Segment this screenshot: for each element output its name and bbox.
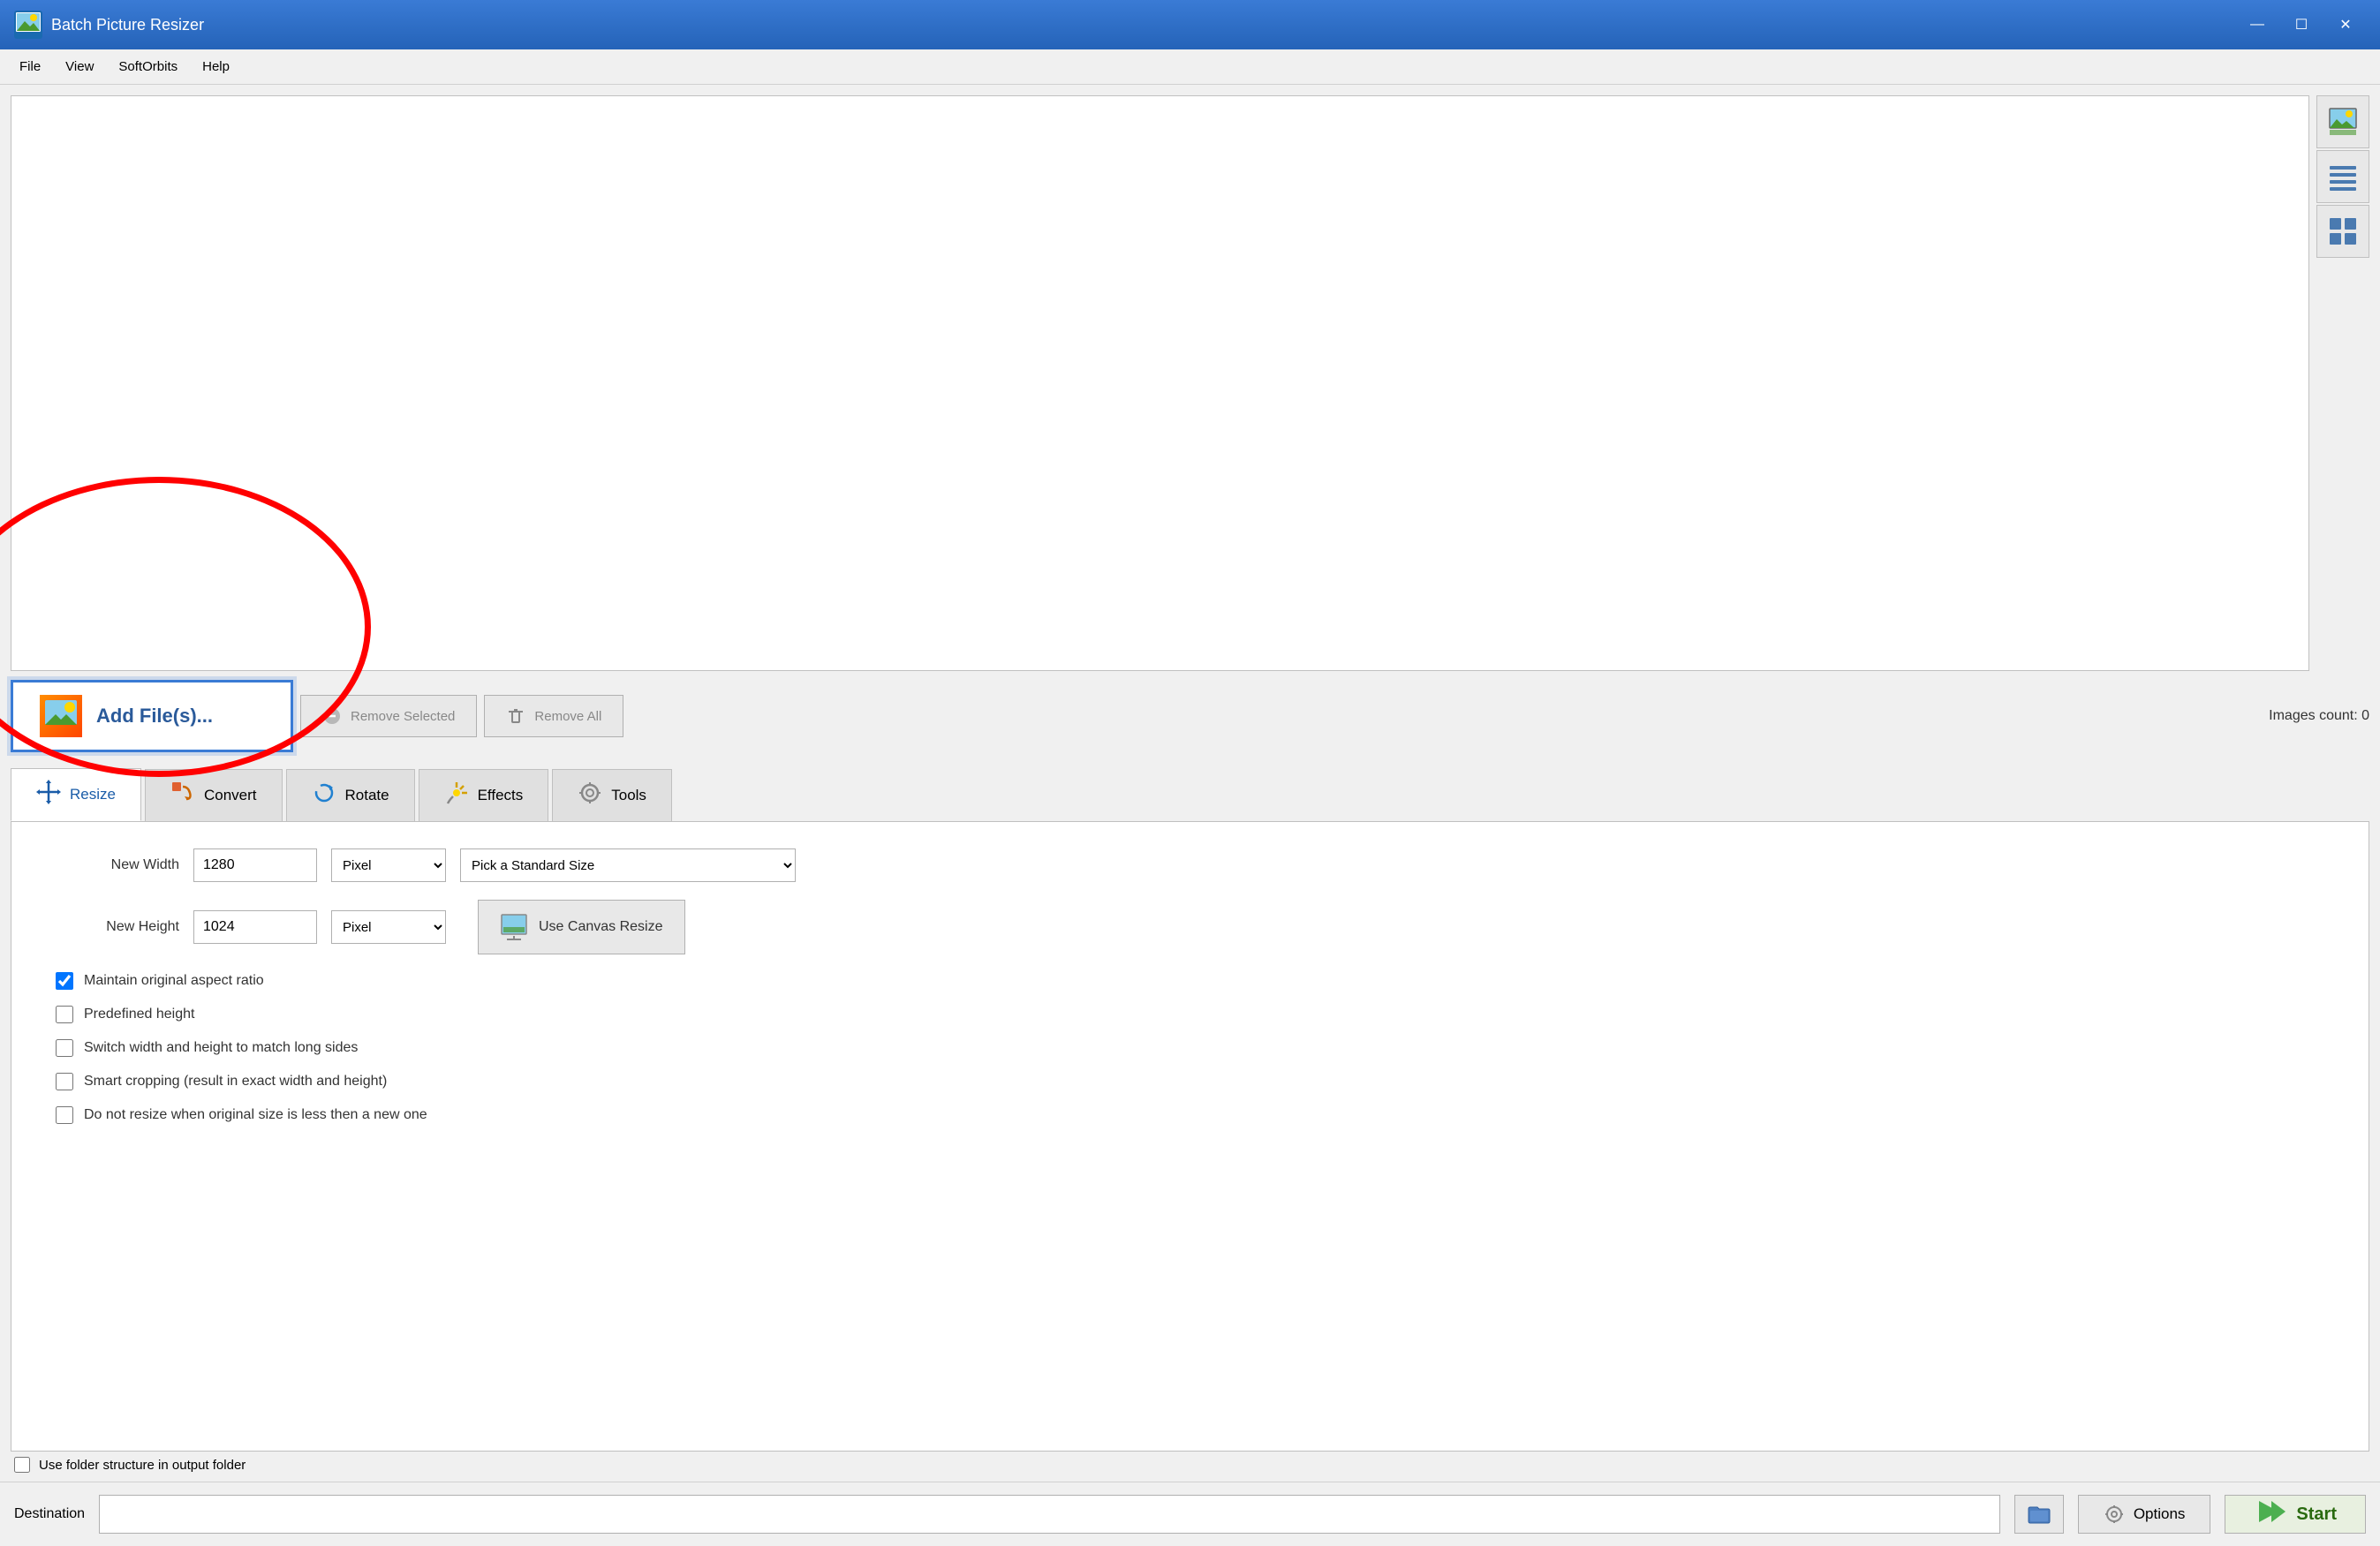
image-area-wrapper xyxy=(0,85,2380,671)
do-not-resize-row: Do not resize when original size is less… xyxy=(38,1106,2342,1124)
maintain-aspect-label[interactable]: Maintain original aspect ratio xyxy=(84,973,264,989)
menu-help[interactable]: Help xyxy=(190,54,242,79)
title-bar: Batch Picture Resizer — ☐ ✕ xyxy=(0,0,2380,49)
toolbar-row: Add File(s)... Remove Selected Remove Al… xyxy=(0,671,2380,761)
remove-selected-label: Remove Selected xyxy=(351,709,455,724)
tab-convert[interactable]: Convert xyxy=(145,769,283,821)
remove-all-label: Remove All xyxy=(534,709,601,724)
settings-panel: New Width Pixel Percent Inch Cm Pick a S… xyxy=(11,821,2369,1452)
destination-input[interactable] xyxy=(99,1495,2000,1534)
predefined-height-checkbox[interactable] xyxy=(56,1006,73,1023)
tabs-row: Resize Convert Rotate xyxy=(0,761,2380,821)
tab-rotate-label: Rotate xyxy=(345,787,389,804)
folder-structure-checkbox[interactable] xyxy=(14,1457,30,1473)
tab-convert-label: Convert xyxy=(204,787,257,804)
add-files-label: Add File(s)... xyxy=(96,705,213,728)
height-row: New Height Pixel Percent Inch Cm Use Can… xyxy=(38,900,2342,954)
tab-tools-label: Tools xyxy=(611,787,646,804)
do-not-resize-label[interactable]: Do not resize when original size is less… xyxy=(84,1107,427,1123)
height-label: New Height xyxy=(38,919,179,935)
predefined-height-row: Predefined height xyxy=(38,1006,2342,1023)
destination-label: Destination xyxy=(14,1506,85,1522)
menu-bar: File View SoftOrbits Help xyxy=(0,49,2380,85)
tab-effects[interactable]: Effects xyxy=(419,769,549,821)
canvas-resize-label: Use Canvas Resize xyxy=(539,919,663,935)
sidebar-icons xyxy=(2316,95,2369,671)
height-unit-select[interactable]: Pixel Percent Inch Cm xyxy=(331,910,446,944)
destination-folder-button[interactable] xyxy=(2014,1495,2064,1534)
add-files-icon xyxy=(40,695,82,737)
list-view-button[interactable] xyxy=(2316,150,2369,203)
options-button[interactable]: Options xyxy=(2078,1495,2211,1534)
options-label: Options xyxy=(2134,1505,2186,1523)
start-label: Start xyxy=(2296,1505,2337,1525)
width-row: New Width Pixel Percent Inch Cm Pick a S… xyxy=(38,848,2342,882)
width-label: New Width xyxy=(38,857,179,873)
tab-rotate[interactable]: Rotate xyxy=(286,769,415,821)
do-not-resize-checkbox[interactable] xyxy=(56,1106,73,1124)
tools-tab-icon xyxy=(578,781,602,811)
tab-resize-label: Resize xyxy=(70,786,116,803)
smart-cropping-row: Smart cropping (result in exact width an… xyxy=(38,1073,2342,1090)
maintain-aspect-checkbox[interactable] xyxy=(56,972,73,990)
tab-tools[interactable]: Tools xyxy=(552,769,672,821)
remove-all-button[interactable]: Remove All xyxy=(484,695,623,737)
folder-structure-label[interactable]: Use folder structure in output folder xyxy=(39,1458,246,1473)
menu-file[interactable]: File xyxy=(7,54,53,79)
switch-width-height-checkbox[interactable] xyxy=(56,1039,73,1057)
start-icon xyxy=(2254,1496,2286,1534)
maximize-button[interactable]: ☐ xyxy=(2281,10,2322,40)
main-container: Add File(s)... Remove Selected Remove Al… xyxy=(0,85,2380,1546)
switch-width-height-row: Switch width and height to match long si… xyxy=(38,1039,2342,1057)
canvas-resize-button[interactable]: Use Canvas Resize xyxy=(478,900,685,954)
smart-cropping-checkbox[interactable] xyxy=(56,1073,73,1090)
grid-view-button[interactable] xyxy=(2316,205,2369,258)
menu-view[interactable]: View xyxy=(53,54,106,79)
close-button[interactable]: ✕ xyxy=(2325,10,2366,40)
app-title: Batch Picture Resizer xyxy=(51,16,204,34)
height-input[interactable] xyxy=(193,910,317,944)
tab-resize[interactable]: Resize xyxy=(11,768,141,821)
width-unit-select[interactable]: Pixel Percent Inch Cm xyxy=(331,848,446,882)
rotate-tab-icon xyxy=(312,781,336,811)
standard-size-select[interactable]: Pick a Standard Size 640x480 800x600 102… xyxy=(460,848,796,882)
app-icon xyxy=(14,11,42,39)
start-button[interactable]: Start xyxy=(2225,1495,2366,1534)
predefined-height-label[interactable]: Predefined height xyxy=(84,1007,194,1022)
width-input[interactable] xyxy=(193,848,317,882)
image-area xyxy=(11,95,2309,671)
menu-softorbits[interactable]: SoftOrbits xyxy=(106,54,190,79)
switch-width-height-label[interactable]: Switch width and height to match long si… xyxy=(84,1040,358,1056)
minimize-button[interactable]: — xyxy=(2237,10,2278,40)
convert-tab-icon xyxy=(170,781,195,811)
maintain-aspect-row: Maintain original aspect ratio xyxy=(38,972,2342,990)
smart-cropping-label[interactable]: Smart cropping (result in exact width an… xyxy=(84,1074,387,1090)
bottom-bar: Destination Options xyxy=(0,1482,2380,1546)
effects-tab-icon xyxy=(444,781,469,811)
title-bar-left: Batch Picture Resizer xyxy=(14,11,204,39)
resize-tab-icon xyxy=(36,780,61,810)
add-files-button[interactable]: Add File(s)... xyxy=(11,680,293,752)
tab-effects-label: Effects xyxy=(478,787,524,804)
remove-selected-button[interactable]: Remove Selected xyxy=(300,695,477,737)
folder-structure-row: Use folder structure in output folder xyxy=(0,1452,2380,1482)
image-view-button[interactable] xyxy=(2316,95,2369,148)
images-count: Images count: 0 xyxy=(2269,708,2369,724)
title-bar-controls: — ☐ ✕ xyxy=(2237,10,2366,40)
